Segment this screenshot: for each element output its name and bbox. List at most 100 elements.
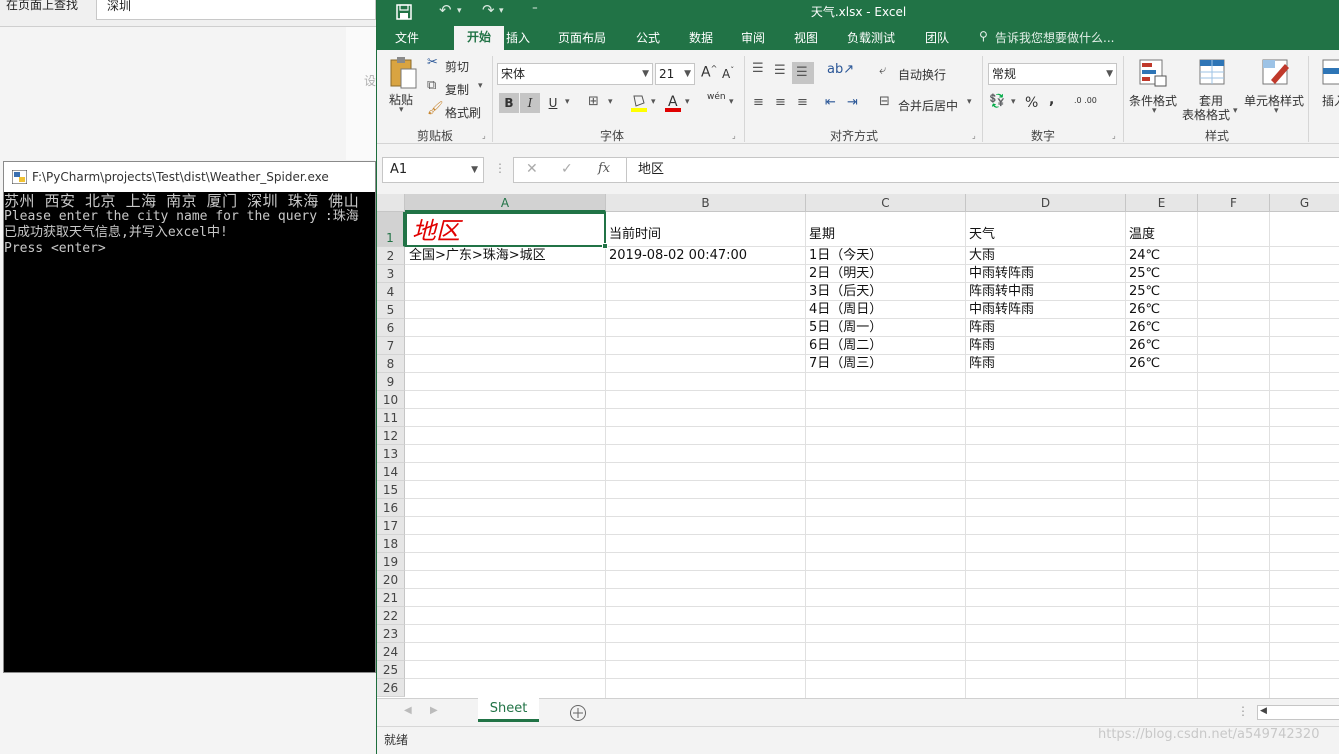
tab-load-test[interactable]: 负载测试 (847, 29, 895, 46)
cell-c6[interactable]: 5日（周一） (806, 319, 965, 337)
merge-dropdown-icon[interactable]: ▾ (967, 97, 972, 107)
row-header[interactable]: 20 (377, 571, 405, 589)
comma-button[interactable]: , (1049, 92, 1054, 108)
percent-button[interactable]: % (1025, 95, 1038, 111)
cell-e8[interactable]: 26℃ (1126, 355, 1197, 373)
insert-cells-button[interactable]: 插入 (1322, 92, 1339, 109)
tab-formulas[interactable]: 公式 (636, 29, 660, 46)
row-header[interactable]: 7 (377, 337, 405, 355)
column-header[interactable]: G (1270, 194, 1339, 212)
cell-styles-dropdown-icon[interactable]: ▾ (1274, 106, 1279, 116)
cell-e3[interactable]: 25℃ (1126, 265, 1197, 283)
insert-cells-icon[interactable] (1321, 58, 1339, 88)
spreadsheet-grid[interactable]: A B C D E F G 1 2 3 4 5 6 7 8 9 10 11 12… (377, 194, 1339, 698)
cell-e4[interactable]: 25℃ (1126, 283, 1197, 301)
horizontal-scrollbar[interactable]: ◀ (1257, 705, 1339, 720)
align-right-icon[interactable]: ≡ (797, 95, 808, 110)
align-middle-icon[interactable]: ☰ (774, 63, 786, 78)
format-as-table-icon[interactable] (1198, 58, 1228, 88)
cell-d4[interactable]: 阵雨转中雨 (966, 283, 1125, 301)
dialog-launcher-icon[interactable]: ⌟ (482, 131, 486, 140)
table-dropdown-icon[interactable]: ▾ (1233, 106, 1238, 116)
row-header[interactable]: 25 (377, 661, 405, 679)
increase-font-icon[interactable]: A^ (701, 64, 717, 81)
cell-c4[interactable]: 3日（后天） (806, 283, 965, 301)
column-header[interactable]: B (606, 194, 806, 212)
row-header[interactable]: 8 (377, 355, 405, 373)
row-header[interactable]: 22 (377, 607, 405, 625)
dialog-launcher-icon[interactable]: ⌟ (732, 131, 736, 140)
column-header[interactable]: D (966, 194, 1126, 212)
splitter-icon[interactable]: ⋮ (1237, 704, 1249, 718)
row-header[interactable]: 19 (377, 553, 405, 571)
phonetic-dropdown-icon[interactable]: ▾ (729, 97, 734, 107)
paste-icon[interactable] (388, 56, 418, 90)
cell-d6[interactable]: 阵雨 (966, 319, 1125, 337)
tab-insert[interactable]: 插入 (506, 29, 530, 46)
column-header[interactable]: A (405, 194, 606, 212)
underline-dropdown-icon[interactable]: ▾ (565, 97, 570, 107)
tab-view[interactable]: 视图 (794, 29, 818, 46)
dialog-launcher-icon[interactable]: ⌟ (972, 131, 976, 140)
row-header[interactable]: 17 (377, 517, 405, 535)
tab-page-layout[interactable]: 页面布局 (558, 29, 606, 46)
tell-me-search[interactable]: 告诉我您想要做什么... (995, 29, 1114, 46)
border-icon[interactable]: ⊞ (588, 94, 599, 109)
number-format-combo[interactable]: 常规 ▼ (988, 63, 1117, 85)
column-header[interactable]: E (1126, 194, 1198, 212)
fill-dropdown-icon[interactable]: ▾ (651, 97, 656, 107)
row-header[interactable]: 9 (377, 373, 405, 391)
cell-e2[interactable]: 24℃ (1126, 247, 1197, 265)
cell-e5[interactable]: 26℃ (1126, 301, 1197, 319)
conditional-format-icon[interactable] (1138, 58, 1168, 88)
column-header[interactable]: F (1198, 194, 1270, 212)
formula-input[interactable]: 地区 (627, 157, 1339, 183)
align-top-icon[interactable]: ☰ (752, 61, 764, 76)
copy-dropdown-icon[interactable]: ▾ (478, 81, 483, 91)
phonetic-icon[interactable]: wén (707, 92, 726, 102)
row-header[interactable]: 11 (377, 409, 405, 427)
scroll-left-icon[interactable]: ◀ (404, 705, 412, 716)
row-header[interactable]: 14 (377, 463, 405, 481)
align-left-icon[interactable]: ≡ (753, 95, 764, 110)
column-header[interactable]: C (806, 194, 966, 212)
decrease-font-icon[interactable]: Aˇ (722, 66, 734, 81)
cell-c7[interactable]: 6日（周二） (806, 337, 965, 355)
cell-d3[interactable]: 中雨转阵雨 (966, 265, 1125, 283)
fill-color-icon[interactable] (630, 93, 648, 113)
italic-button[interactable]: I (520, 93, 540, 113)
console-titlebar[interactable]: F:\PyCharm\projects\Test\dist\Weather_Sp… (4, 162, 375, 192)
console-window[interactable]: F:\PyCharm\projects\Test\dist\Weather_Sp… (3, 161, 376, 673)
row-header[interactable]: 18 (377, 535, 405, 553)
cell-styles-icon[interactable] (1261, 58, 1291, 88)
row-header[interactable]: 16 (377, 499, 405, 517)
cell-d7[interactable]: 阵雨 (966, 337, 1125, 355)
dialog-launcher-icon[interactable]: ⌟ (1112, 131, 1116, 140)
cell-e1[interactable]: 温度 (1126, 226, 1197, 244)
scroll-left-icon[interactable]: ◀ (1260, 706, 1267, 716)
cut-button[interactable]: 剪切 (445, 58, 469, 75)
row-header[interactable]: 24 (377, 643, 405, 661)
font-name-combo[interactable]: 宋体 ▼ (497, 63, 653, 85)
row-header[interactable]: 10 (377, 391, 405, 409)
orientation-icon[interactable]: ab↗ (827, 62, 854, 77)
cell-a1[interactable]: 地区 (405, 212, 608, 249)
bold-button[interactable]: B (499, 93, 519, 113)
border-dropdown-icon[interactable]: ▾ (608, 97, 613, 107)
cell-d5[interactable]: 中雨转阵雨 (966, 301, 1125, 319)
row-header[interactable]: 6 (377, 319, 405, 337)
row-header[interactable]: 12 (377, 427, 405, 445)
row-header[interactable]: 21 (377, 589, 405, 607)
select-all-corner[interactable] (377, 194, 405, 212)
increase-indent-icon[interactable]: ⇥ (847, 95, 858, 110)
row-header[interactable]: 23 (377, 625, 405, 643)
cell-c8[interactable]: 7日（周三） (806, 355, 965, 373)
cell-e7[interactable]: 26℃ (1126, 337, 1197, 355)
row-header[interactable]: 1 (377, 212, 405, 247)
tab-data[interactable]: 数据 (689, 29, 713, 46)
currency-icon[interactable]: 💱 (989, 94, 1005, 109)
merge-center-button[interactable]: 合并后居中 (898, 97, 958, 114)
cell-b1[interactable]: 当前时间 (606, 226, 805, 244)
cell-a2[interactable]: 全国>广东>珠海>城区 (406, 247, 605, 265)
row-header[interactable]: 4 (377, 283, 405, 301)
